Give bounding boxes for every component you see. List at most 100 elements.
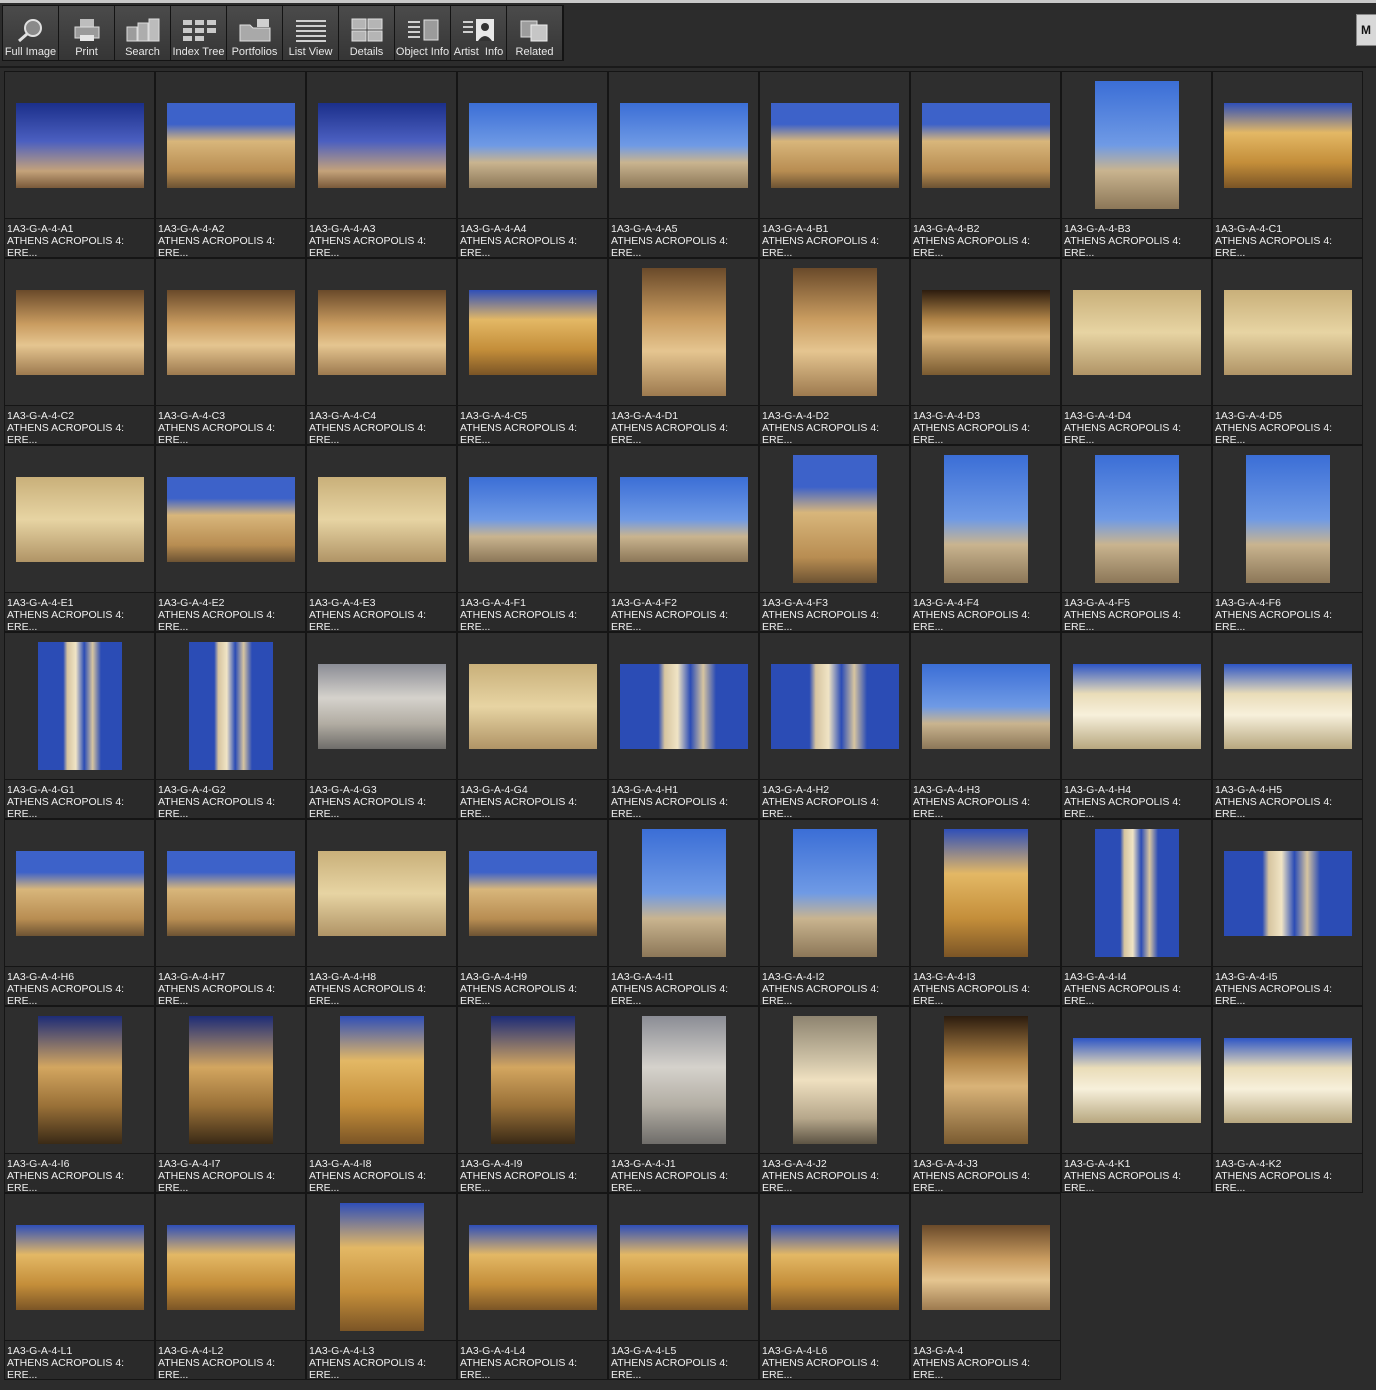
thumbnail-image[interactable]	[641, 829, 726, 957]
thumbnail-cell[interactable]: 1A3-G-A-4-K1 ATHENS ACROPOLIS 4: ERE...	[1061, 1006, 1212, 1193]
thumbnail-cell[interactable]: 1A3-G-A-4-J3 ATHENS ACROPOLIS 4: ERE...	[910, 1006, 1061, 1193]
thumbnail-image[interactable]	[1223, 102, 1352, 188]
thumbnail-image[interactable]	[317, 663, 446, 749]
thumbnail-image[interactable]	[188, 642, 273, 770]
thumbnail-cell[interactable]: 1A3-G-A-4-A5 ATHENS ACROPOLIS 4: ERE...	[608, 71, 759, 258]
thumbnail-image[interactable]	[15, 476, 144, 562]
thumbnail-image[interactable]	[619, 476, 748, 562]
thumbnail-cell[interactable]: 1A3-G-A-4-B2 ATHENS ACROPOLIS 4: ERE...	[910, 71, 1061, 258]
thumbnail-image[interactable]	[15, 289, 144, 375]
thumbnail-image[interactable]	[1223, 850, 1352, 936]
thumbnail-image[interactable]	[1094, 829, 1179, 957]
thumbnail-image[interactable]	[1223, 1037, 1352, 1123]
thumbnail-cell[interactable]: 1A3-G-A-4-F1 ATHENS ACROPOLIS 4: ERE...	[457, 445, 608, 632]
thumbnail-cell[interactable]: 1A3-G-A-4-D5 ATHENS ACROPOLIS 4: ERE...	[1212, 258, 1363, 445]
thumbnail-image[interactable]	[468, 663, 597, 749]
thumbnail-image[interactable]	[1072, 663, 1201, 749]
thumbnail-image[interactable]	[770, 663, 899, 749]
thumbnail-image[interactable]	[339, 1203, 424, 1331]
thumbnail-cell[interactable]: 1A3-G-A-4-L1 ATHENS ACROPOLIS 4: ERE...	[4, 1193, 155, 1380]
thumbnail-image[interactable]	[1094, 81, 1179, 209]
thumbnail-cell[interactable]: 1A3-G-A-4-D4 ATHENS ACROPOLIS 4: ERE...	[1061, 258, 1212, 445]
thumbnail-cell[interactable]: 1A3-G-A-4-B1 ATHENS ACROPOLIS 4: ERE...	[759, 71, 910, 258]
thumbnail-cell[interactable]: 1A3-G-A-4-C1 ATHENS ACROPOLIS 4: ERE...	[1212, 71, 1363, 258]
thumbnail-cell[interactable]: 1A3-G-A-4-J1 ATHENS ACROPOLIS 4: ERE...	[608, 1006, 759, 1193]
thumbnail-cell[interactable]: 1A3-G-A-4-J2 ATHENS ACROPOLIS 4: ERE...	[759, 1006, 910, 1193]
thumbnail-image[interactable]	[921, 663, 1050, 749]
thumbnail-cell[interactable]: 1A3-G-A-4-H6 ATHENS ACROPOLIS 4: ERE...	[4, 819, 155, 1006]
thumbnail-image[interactable]	[619, 1224, 748, 1310]
thumbnail-cell[interactable]: 1A3-G-A-4-I7 ATHENS ACROPOLIS 4: ERE...	[155, 1006, 306, 1193]
thumbnail-cell[interactable]: 1A3-G-A-4-F4 ATHENS ACROPOLIS 4: ERE...	[910, 445, 1061, 632]
thumbnail-cell[interactable]: 1A3-G-A-4-E1 ATHENS ACROPOLIS 4: ERE...	[4, 445, 155, 632]
toolbar-button-full-image[interactable]: Full Image	[3, 6, 59, 60]
thumbnail-cell[interactable]: 1A3-G-A-4-C5 ATHENS ACROPOLIS 4: ERE...	[457, 258, 608, 445]
thumbnail-image[interactable]	[339, 1016, 424, 1144]
thumbnail-image[interactable]	[1245, 455, 1330, 583]
thumbnail-image[interactable]	[468, 476, 597, 562]
thumbnail-cell[interactable]: 1A3-G-A-4-L6 ATHENS ACROPOLIS 4: ERE...	[759, 1193, 910, 1380]
thumbnail-cell[interactable]: 1A3-G-A-4-I1 ATHENS ACROPOLIS 4: ERE...	[608, 819, 759, 1006]
thumbnail-image[interactable]	[641, 268, 726, 396]
thumbnail-image[interactable]	[792, 1016, 877, 1144]
thumbnail-cell[interactable]: 1A3-G-A-4-H1 ATHENS ACROPOLIS 4: ERE...	[608, 632, 759, 819]
thumbnail-image[interactable]	[15, 850, 144, 936]
thumbnail-cell[interactable]: 1A3-G-A-4-E3 ATHENS ACROPOLIS 4: ERE...	[306, 445, 457, 632]
toolbar-button-details[interactable]: Details	[339, 6, 395, 60]
thumbnail-cell[interactable]: 1A3-G-A-4-G1 ATHENS ACROPOLIS 4: ERE...	[4, 632, 155, 819]
thumbnail-cell[interactable]: 1A3-G-A-4-I2 ATHENS ACROPOLIS 4: ERE...	[759, 819, 910, 1006]
thumbnail-cell[interactable]: 1A3-G-A-4-G3 ATHENS ACROPOLIS 4: ERE...	[306, 632, 457, 819]
toolbar-button-related[interactable]: Related	[507, 6, 563, 60]
toolbar-button-list-view[interactable]: List View	[283, 6, 339, 60]
thumbnail-image[interactable]	[37, 1016, 122, 1144]
thumbnail-image[interactable]	[468, 1224, 597, 1310]
thumbnail-image[interactable]	[1072, 289, 1201, 375]
thumbnail-image[interactable]	[921, 1224, 1050, 1310]
thumbnail-cell[interactable]: 1A3-G-A-4-I5 ATHENS ACROPOLIS 4: ERE...	[1212, 819, 1363, 1006]
thumbnail-cell[interactable]: 1A3-G-A-4-C3 ATHENS ACROPOLIS 4: ERE...	[155, 258, 306, 445]
thumbnail-image[interactable]	[792, 455, 877, 583]
thumbnail-image[interactable]	[1223, 663, 1352, 749]
thumbnail-cell[interactable]: 1A3-G-A-4-C4 ATHENS ACROPOLIS 4: ERE...	[306, 258, 457, 445]
thumbnail-cell[interactable]: 1A3-G-A-4-F6 ATHENS ACROPOLIS 4: ERE...	[1212, 445, 1363, 632]
thumbnail-cell[interactable]: 1A3-G-A-4-H5 ATHENS ACROPOLIS 4: ERE...	[1212, 632, 1363, 819]
thumbnail-image[interactable]	[1094, 455, 1179, 583]
thumbnail-image[interactable]	[37, 642, 122, 770]
thumbnail-cell[interactable]: 1A3-G-A-4-I6 ATHENS ACROPOLIS 4: ERE...	[4, 1006, 155, 1193]
thumbnail-image[interactable]	[792, 268, 877, 396]
thumbnail-image[interactable]	[490, 1016, 575, 1144]
thumbnail-image[interactable]	[943, 455, 1028, 583]
thumbnail-cell[interactable]: 1A3-G-A-4-C2 ATHENS ACROPOLIS 4: ERE...	[4, 258, 155, 445]
thumbnail-image[interactable]	[166, 1224, 295, 1310]
thumbnail-cell[interactable]: 1A3-G-A-4-I8 ATHENS ACROPOLIS 4: ERE...	[306, 1006, 457, 1193]
thumbnail-cell[interactable]: 1A3-G-A-4-H8 ATHENS ACROPOLIS 4: ERE...	[306, 819, 457, 1006]
thumbnail-cell[interactable]: 1A3-G-A-4-A2 ATHENS ACROPOLIS 4: ERE...	[155, 71, 306, 258]
thumbnail-cell[interactable]: 1A3-G-A-4-E2 ATHENS ACROPOLIS 4: ERE...	[155, 445, 306, 632]
thumbnail-cell[interactable]: 1A3-G-A-4-H7 ATHENS ACROPOLIS 4: ERE...	[155, 819, 306, 1006]
thumbnail-image[interactable]	[619, 663, 748, 749]
thumbnail-image[interactable]	[468, 102, 597, 188]
thumbnail-image[interactable]	[166, 850, 295, 936]
thumbnail-image[interactable]	[188, 1016, 273, 1144]
toolbar-button-print[interactable]: Print	[59, 6, 115, 60]
toolbar-button-artist-info[interactable]: Artist Info	[451, 6, 507, 60]
thumbnail-cell[interactable]: 1A3-G-A-4-F3 ATHENS ACROPOLIS 4: ERE...	[759, 445, 910, 632]
thumbnail-image[interactable]	[317, 850, 446, 936]
thumbnail-cell[interactable]: 1A3-G-A-4-A1 ATHENS ACROPOLIS 4: ERE...	[4, 71, 155, 258]
thumbnail-cell[interactable]: 1A3-G-A-4-I3 ATHENS ACROPOLIS 4: ERE...	[910, 819, 1061, 1006]
thumbnail-image[interactable]	[166, 102, 295, 188]
thumbnail-image[interactable]	[15, 1224, 144, 1310]
thumbnail-image[interactable]	[317, 289, 446, 375]
toolbar-button-index-tree[interactable]: Index Tree	[171, 6, 227, 60]
thumbnail-image[interactable]	[468, 850, 597, 936]
thumbnail-image[interactable]	[921, 289, 1050, 375]
thumbnail-image[interactable]	[943, 829, 1028, 957]
thumbnail-cell[interactable]: 1A3-G-A-4-D2 ATHENS ACROPOLIS 4: ERE...	[759, 258, 910, 445]
thumbnail-cell[interactable]: 1A3-G-A-4-L4 ATHENS ACROPOLIS 4: ERE...	[457, 1193, 608, 1380]
thumbnail-image[interactable]	[1072, 1037, 1201, 1123]
thumbnail-cell[interactable]: 1A3-G-A-4-L3 ATHENS ACROPOLIS 4: ERE...	[306, 1193, 457, 1380]
toolbar-button-portfolios[interactable]: Portfolios	[227, 6, 283, 60]
thumbnail-image[interactable]	[641, 1016, 726, 1144]
thumbnail-cell[interactable]: 1A3-G-A-4-I9 ATHENS ACROPOLIS 4: ERE...	[457, 1006, 608, 1193]
thumbnail-cell[interactable]: 1A3-G-A-4-G2 ATHENS ACROPOLIS 4: ERE...	[155, 632, 306, 819]
